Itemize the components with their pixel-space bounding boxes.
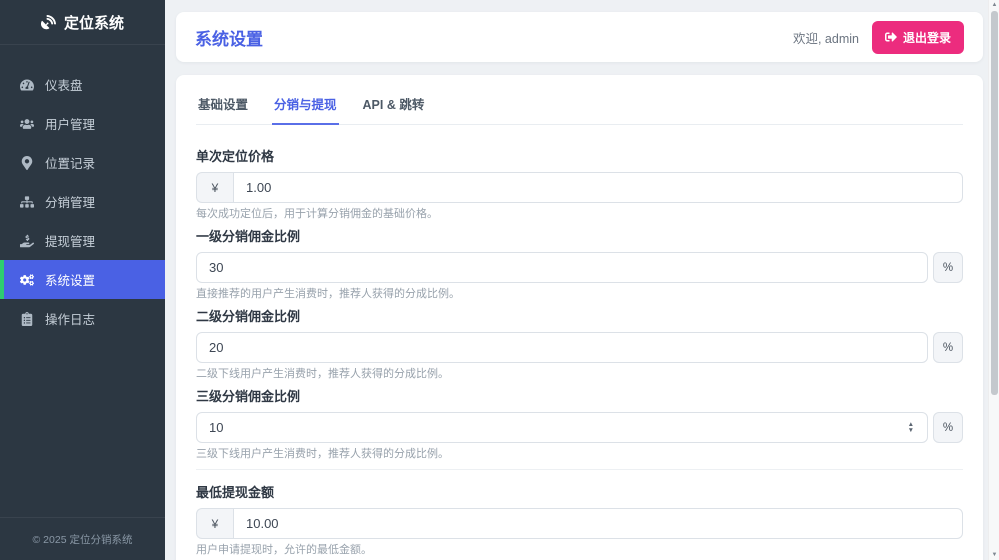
form-field-1: 一级分销佣金比例 30 % 直接推荐的用户产生消费时，推荐人获得的分成比例。	[196, 228, 963, 301]
field-input[interactable]: 10 ▲▼	[196, 412, 928, 443]
input-group: 20 %	[196, 332, 963, 363]
field-input[interactable]: 30	[196, 252, 928, 283]
sidebar-item-4[interactable]: 提现管理	[0, 221, 165, 260]
field-label: 二级分销佣金比例	[196, 308, 963, 326]
scrollbar-up-arrow[interactable]: ▲	[989, 0, 999, 10]
tab-0[interactable]: 基础设置	[196, 87, 250, 125]
percent-suffix-addon: %	[933, 252, 963, 283]
sidebar-footer: © 2025 定位分销系统	[0, 517, 165, 560]
sidebar-item-label: 提现管理	[45, 231, 95, 250]
logout-button[interactable]: 退出登录	[872, 21, 964, 54]
sidebar-item-label: 位置记录	[45, 153, 95, 172]
field-value: 10.00	[246, 516, 279, 531]
tab-1[interactable]: 分销与提现	[272, 87, 339, 125]
sign-out-icon	[885, 31, 897, 43]
percent-suffix-addon: %	[933, 332, 963, 363]
field-label: 最低提现金额	[196, 484, 963, 502]
settings-tabs: 基础设置 分销与提现 API & 跳转	[196, 75, 963, 125]
currency-prefix-addon: ¥	[196, 508, 233, 539]
sidebar-nav: 仪表盘 用户管理 位置记录 分销管理 提现管理 系统设置 操作日志	[0, 45, 165, 517]
field-input[interactable]: 10.00	[233, 508, 963, 539]
sidebar-item-2[interactable]: 位置记录	[0, 143, 165, 182]
sidebar-item-0[interactable]: 仪表盘	[0, 65, 165, 104]
scrollbar[interactable]: ▲ ▼	[988, 0, 999, 560]
form-field-4: 最低提现金额 ¥ 10.00 用户申请提现时，允许的最低金额。	[196, 484, 963, 557]
location-icon	[20, 156, 34, 170]
sidebar-item-label: 系统设置	[45, 270, 95, 289]
field-value: 1.00	[246, 180, 271, 195]
header-right: 欢迎, admin 退出登录	[793, 21, 964, 54]
form-field-2: 二级分销佣金比例 20 % 二级下线用户产生消费时，推荐人获得的分成比例。	[196, 308, 963, 381]
field-help-text: 每次成功定位后，用于计算分销佣金的基础价格。	[196, 207, 963, 221]
field-help-text: 二级下线用户产生消费时，推荐人获得的分成比例。	[196, 367, 963, 381]
settings-card: 基础设置 分销与提现 API & 跳转 单次定位价格 ¥ 1.00 每次成功定位…	[176, 75, 983, 560]
field-label: 单次定位价格	[196, 148, 963, 166]
field-label: 一级分销佣金比例	[196, 228, 963, 246]
main-area: 系统设置 欢迎, admin 退出登录 基础设置 分销与提现 API & 跳转 …	[165, 0, 999, 560]
field-value: 20	[209, 340, 223, 355]
tab-2[interactable]: API & 跳转	[361, 87, 427, 125]
sidebar-item-label: 用户管理	[45, 114, 95, 133]
field-input[interactable]: 1.00	[233, 172, 963, 203]
percent-suffix-addon: %	[933, 412, 963, 443]
field-help-text: 直接推荐的用户产生消费时，推荐人获得的分成比例。	[196, 287, 963, 301]
sidebar-item-label: 分销管理	[45, 192, 95, 211]
satellite-dish-icon	[41, 15, 56, 30]
input-group: ¥ 10.00	[196, 508, 963, 539]
sidebar-item-5[interactable]: 系统设置	[0, 260, 165, 299]
gears-icon	[20, 273, 34, 287]
users-icon	[20, 117, 34, 131]
form-field-0: 单次定位价格 ¥ 1.00 每次成功定位后，用于计算分销佣金的基础价格。	[196, 148, 963, 221]
sidebar-item-label: 操作日志	[45, 309, 95, 328]
input-group: 30 %	[196, 252, 963, 283]
scrollbar-down-arrow[interactable]: ▼	[989, 550, 999, 560]
settings-form: 单次定位价格 ¥ 1.00 每次成功定位后，用于计算分销佣金的基础价格。 一级分…	[196, 125, 963, 560]
field-value: 10	[209, 420, 223, 435]
field-value: 30	[209, 260, 223, 275]
form-field-3: 三级分销佣金比例 10 ▲▼ % 三级下线用户产生消费时，推荐人获得的分成比例。	[196, 388, 963, 461]
page-title: 系统设置	[195, 25, 263, 50]
sidebar-item-3[interactable]: 分销管理	[0, 182, 165, 221]
sitemap-icon	[20, 195, 34, 209]
scrollbar-thumb[interactable]	[991, 11, 998, 395]
sidebar-item-label: 仪表盘	[45, 75, 83, 94]
sidebar-item-1[interactable]: 用户管理	[0, 104, 165, 143]
input-group: ¥ 1.00	[196, 172, 963, 203]
sidebar-item-6[interactable]: 操作日志	[0, 299, 165, 338]
section-divider	[196, 469, 963, 470]
page-header: 系统设置 欢迎, admin 退出登录	[176, 12, 983, 62]
logout-button-label: 退出登录	[903, 29, 951, 46]
input-group: 10 ▲▼ %	[196, 412, 963, 443]
field-input[interactable]: 20	[196, 332, 928, 363]
field-help-text: 三级下线用户产生消费时，推荐人获得的分成比例。	[196, 447, 963, 461]
app-logo-text: 定位系统	[64, 12, 124, 33]
app-logo: 定位系统	[0, 0, 165, 45]
currency-prefix-addon: ¥	[196, 172, 233, 203]
welcome-text: 欢迎, admin	[793, 28, 859, 47]
field-help-text: 用户申请提现时，允许的最低金额。	[196, 543, 963, 557]
number-spinner[interactable]: ▲▼	[908, 422, 914, 433]
field-label: 三级分销佣金比例	[196, 388, 963, 406]
withdraw-icon	[20, 234, 34, 248]
dashboard-icon	[20, 78, 34, 92]
sidebar: 定位系统 仪表盘 用户管理 位置记录 分销管理 提现管理 系统设置 操作日志 ©…	[0, 0, 165, 560]
logs-icon	[20, 312, 34, 326]
